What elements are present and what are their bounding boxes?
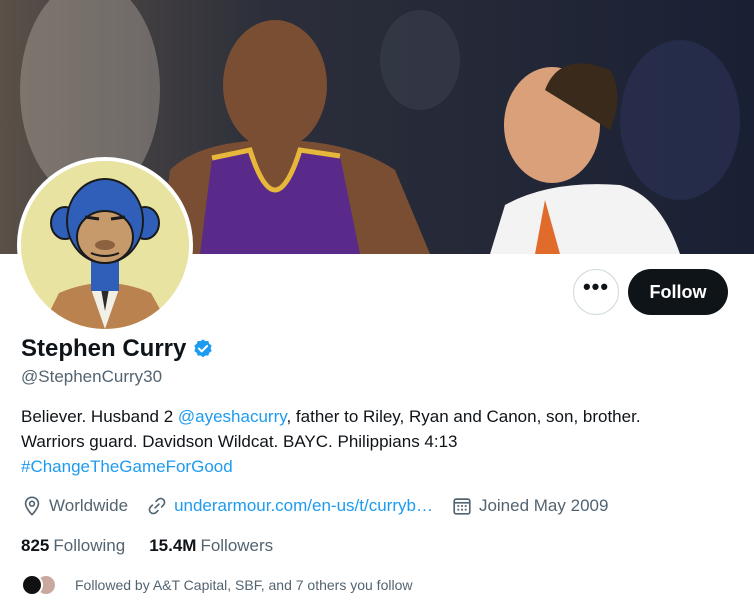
follower-avatar [21, 574, 43, 596]
following-count: 825 [21, 536, 50, 555]
bio-line-2: Warriors guard. Davidson Wildcat. BAYC. … [21, 432, 458, 451]
following-stat[interactable]: 825 Following [21, 536, 125, 556]
more-options-icon: ••• [582, 274, 610, 299]
profile-avatar[interactable] [17, 157, 193, 333]
website-item: underarmour.com/en-us/t/curryb… [146, 495, 433, 517]
bio-text-2: , father to Riley, Ryan and Canon, son, … [286, 407, 641, 426]
location-text: Worldwide [49, 496, 129, 515]
display-name: Stephen Curry [21, 335, 187, 362]
verified-badge-icon [192, 338, 214, 360]
profile-handle: @StephenCurry30 [21, 367, 163, 386]
following-label: Following [53, 536, 126, 555]
follow-button[interactable]: Follow [628, 269, 728, 315]
calendar-icon [453, 498, 471, 515]
location-item: Worldwide [21, 495, 128, 517]
profile-bio: Believer. Husband 2 @ayeshacurry, father… [21, 404, 741, 479]
joined-item: Joined May 2009 [451, 495, 608, 517]
bio-hashtag-link[interactable]: #ChangeTheGameForGood [21, 454, 741, 479]
location-pin-icon [24, 496, 40, 516]
followed-by-text: Followed by A&T Capital, SBF, and 7 othe… [75, 577, 413, 593]
followed-by-row[interactable]: Followed by A&T Capital, SBF, and 7 othe… [21, 574, 412, 596]
follow-stats: 825 Following 15.4M Followers [21, 536, 297, 556]
followers-count: 15.4M [149, 536, 197, 555]
bio-line-1: Believer. Husband 2 @ayeshacurry, father… [21, 404, 741, 429]
joined-text: Joined May 2009 [478, 496, 609, 515]
profile-meta: Worldwide underarmour.com/en-us/t/curryb… [21, 495, 626, 517]
bio-text-1: Believer. Husband 2 [21, 407, 178, 426]
avatar-image [21, 161, 189, 329]
followers-stat[interactable]: 15.4M Followers [149, 536, 273, 556]
more-options-button[interactable]: ••• [573, 269, 619, 315]
link-icon [148, 497, 166, 515]
bio-mention-link[interactable]: @ayeshacurry [178, 407, 287, 426]
followers-label: Followers [200, 536, 274, 555]
name-row: Stephen Curry [21, 335, 214, 363]
website-link[interactable]: underarmour.com/en-us/t/curryb… [174, 496, 433, 516]
